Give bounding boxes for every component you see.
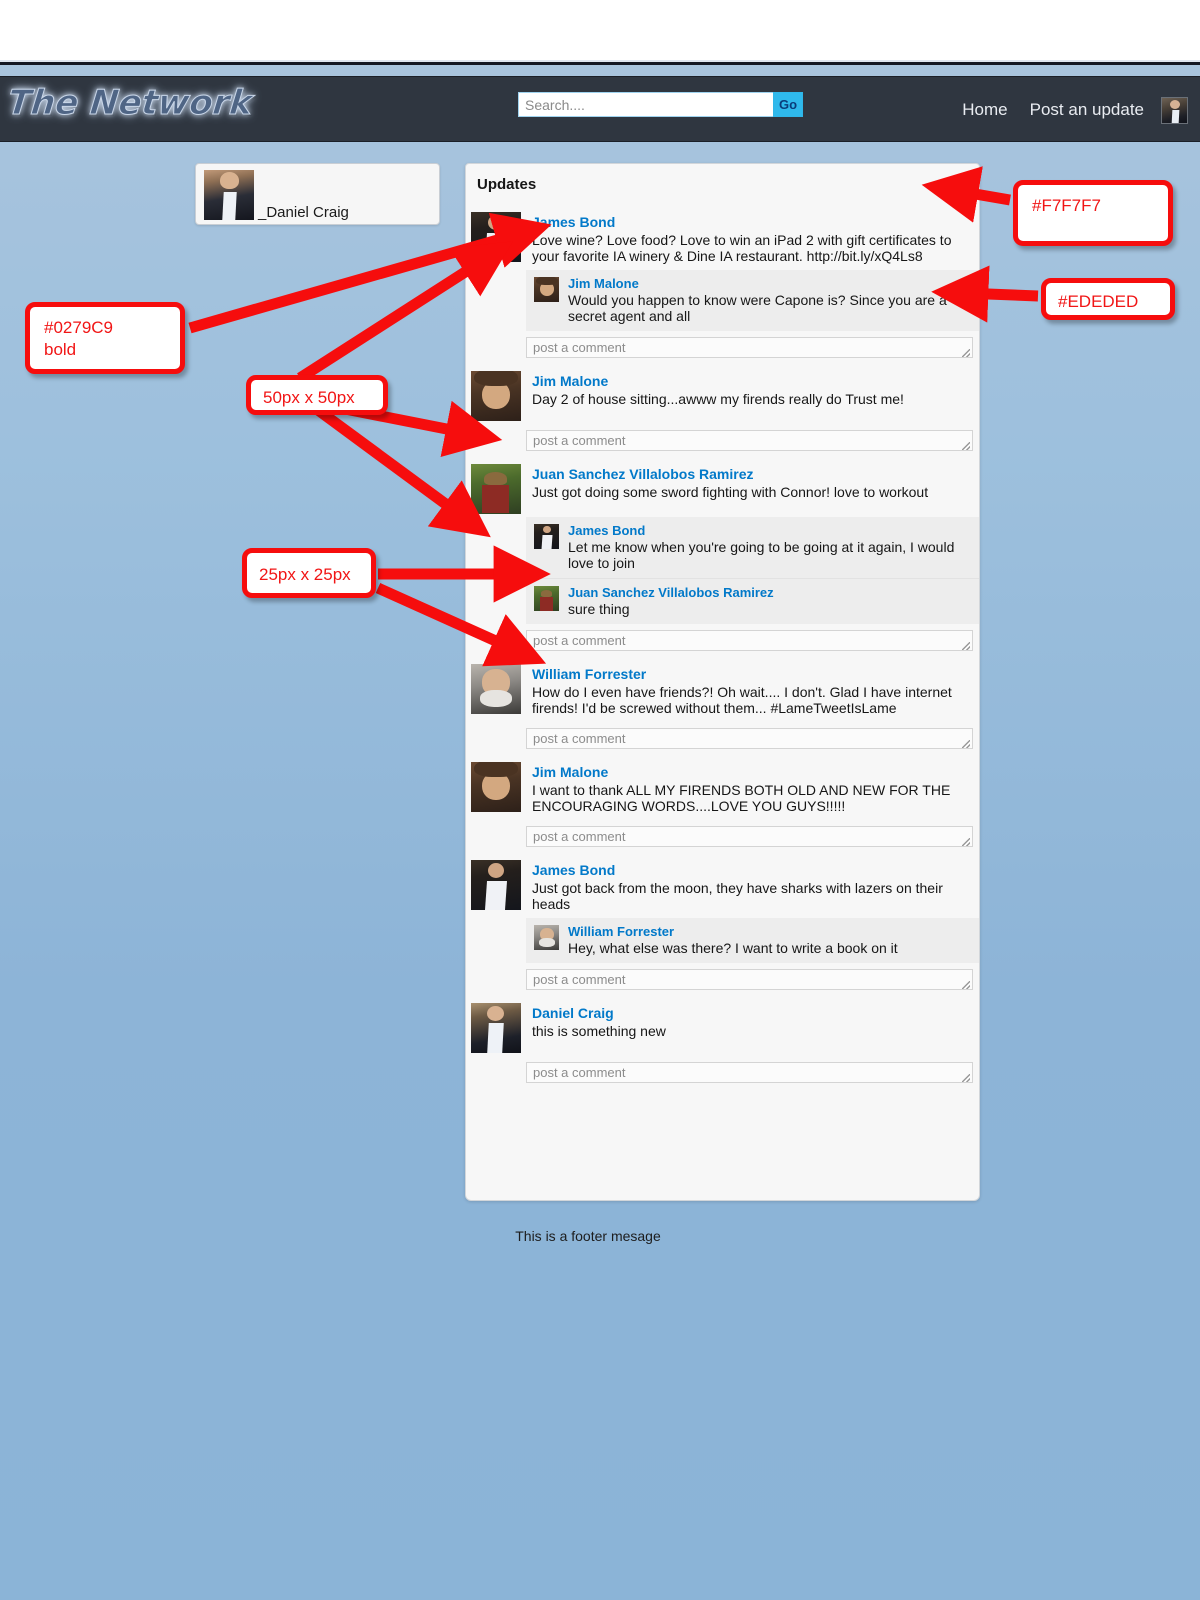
updates-panel: Updates James Bond Love wine? Love food? … [465, 163, 980, 1201]
post-text: this is something new [532, 1023, 666, 1039]
post-author-avatar[interactable] [471, 860, 521, 910]
comment-input[interactable] [526, 337, 973, 358]
post-author-avatar[interactable] [471, 464, 521, 514]
post-text: Day 2 of house sitting...awww my firends… [532, 391, 904, 407]
comment-input[interactable] [526, 430, 973, 451]
comment-input-wrap [526, 630, 973, 651]
post: James Bond Love wine? Love food? Love to … [466, 209, 979, 368]
post-text: Just got doing some sword fighting with … [532, 484, 929, 500]
top-white-strip [0, 0, 1200, 60]
comment-input-wrap [526, 337, 973, 358]
search-input[interactable] [518, 92, 773, 117]
comment-text: sure thing [568, 601, 630, 617]
post: Jim Malone Day 2 of house sitting...awww … [466, 368, 979, 461]
comment-input[interactable] [526, 969, 973, 990]
updates-title: Updates [477, 176, 537, 193]
post: Jim Malone I want to thank ALL MY FIRENDS… [466, 759, 979, 857]
post-author-avatar[interactable] [471, 1003, 521, 1053]
site-header: The Network Go Home Post an update [0, 76, 1200, 142]
post-author-name[interactable]: Juan Sanchez Villalobos Ramirez [532, 465, 969, 483]
comment-input-wrap [526, 969, 973, 990]
post-author-avatar[interactable] [471, 762, 521, 812]
comment: Juan Sanchez Villalobos Ramirez sure thin… [526, 578, 979, 624]
comment: Jim Malone Would you happen to know were … [526, 270, 979, 331]
post-author-name[interactable]: Jim Malone [532, 763, 969, 781]
post-text: Love wine? Love food? Love to win an iPa… [532, 232, 952, 264]
post-text: I want to thank ALL MY FIRENDS BOTH OLD … [532, 782, 951, 814]
comment-text: Would you happen to know were Capone is?… [568, 292, 947, 324]
comment-author-name[interactable]: William Forrester [568, 924, 969, 940]
post-author-avatar[interactable] [471, 371, 521, 421]
post-body: Jim Malone I want to thank ALL MY FIRENDS… [466, 759, 979, 820]
comment-author-name[interactable]: James Bond [568, 523, 969, 539]
sidebar-user-avatar[interactable] [204, 170, 254, 220]
sidebar-user-name: _Daniel Craig [258, 204, 349, 221]
footer-message-text: This is a footer mesage [515, 1228, 661, 1244]
post-body: James Bond Just got back from the moon, t… [466, 857, 979, 918]
comment-author-avatar[interactable] [534, 277, 559, 302]
post: Juan Sanchez Villalobos Ramirez Just got … [466, 461, 979, 661]
comment-author-avatar[interactable] [534, 586, 559, 611]
post-body: Juan Sanchez Villalobos Ramirez Just got … [466, 461, 979, 517]
comment-input[interactable] [526, 728, 973, 749]
nav-post-update[interactable]: Post an update [1019, 100, 1155, 120]
footer-message: This is a footer mesage [0, 1228, 1200, 1244]
search-form: Go [518, 92, 803, 117]
post-author-name[interactable]: Jim Malone [532, 372, 969, 390]
comment-compose [466, 624, 979, 661]
site-logo: The Network [5, 83, 255, 124]
comment-author-avatar[interactable] [534, 524, 559, 549]
post-text: How do I even have friends?! Oh wait....… [532, 684, 952, 716]
comment: James Bond Let me know when you're going … [526, 517, 979, 578]
sidebar-user-card[interactable]: _Daniel Craig [195, 163, 440, 225]
comment-compose [466, 1056, 979, 1093]
comment-list: Jim Malone Would you happen to know were … [526, 270, 979, 331]
post-body: Daniel Craig this is something new [466, 1000, 979, 1056]
post-body: James Bond Love wine? Love food? Love to … [466, 209, 979, 270]
comment-input-wrap [526, 430, 973, 451]
post: Daniel Craig this is something new [466, 1000, 979, 1093]
nav-home[interactable]: Home [951, 100, 1018, 120]
comment-text: Hey, what else was there? I want to writ… [568, 940, 898, 956]
post-author-name[interactable]: James Bond [532, 861, 969, 879]
search-go-button[interactable]: Go [773, 92, 803, 117]
comment-compose [466, 331, 979, 368]
comment-input[interactable] [526, 1062, 973, 1083]
comment-text: Let me know when you're going to be goin… [568, 539, 955, 571]
comment-input-wrap [526, 826, 973, 847]
comment-author-avatar[interactable] [534, 925, 559, 950]
post: James Bond Just got back from the moon, t… [466, 857, 979, 1000]
post-author-avatar[interactable] [471, 664, 521, 714]
post-body: Jim Malone Day 2 of house sitting...awww … [466, 368, 979, 424]
header-user-avatar[interactable] [1161, 96, 1188, 124]
post-author-name[interactable]: Daniel Craig [532, 1004, 969, 1022]
updates-feed: James Bond Love wine? Love food? Love to … [466, 209, 979, 1093]
comment-list: James Bond Let me know when you're going … [526, 517, 979, 624]
comment: William Forrester Hey, what else was ther… [526, 918, 979, 963]
comment-compose [466, 963, 979, 1000]
post-author-name[interactable]: William Forrester [532, 665, 969, 683]
comment-list: William Forrester Hey, what else was ther… [526, 918, 979, 963]
comment-compose [466, 722, 979, 759]
post-text: Just got back from the moon, they have s… [532, 880, 943, 912]
post-body: William Forrester How do I even have frie… [466, 661, 979, 722]
comment-input-wrap [526, 1062, 973, 1083]
comment-compose [466, 424, 979, 461]
post-author-name[interactable]: James Bond [532, 213, 969, 231]
comment-author-name[interactable]: Juan Sanchez Villalobos Ramirez [568, 585, 969, 601]
comment-author-name[interactable]: Jim Malone [568, 276, 969, 292]
comment-input-wrap [526, 728, 973, 749]
comment-input[interactable] [526, 826, 973, 847]
comment-input[interactable] [526, 630, 973, 651]
header-nav: Home Post an update [951, 77, 1188, 143]
post-author-avatar[interactable] [471, 212, 521, 262]
comment-compose [466, 820, 979, 857]
post: William Forrester How do I even have frie… [466, 661, 979, 759]
